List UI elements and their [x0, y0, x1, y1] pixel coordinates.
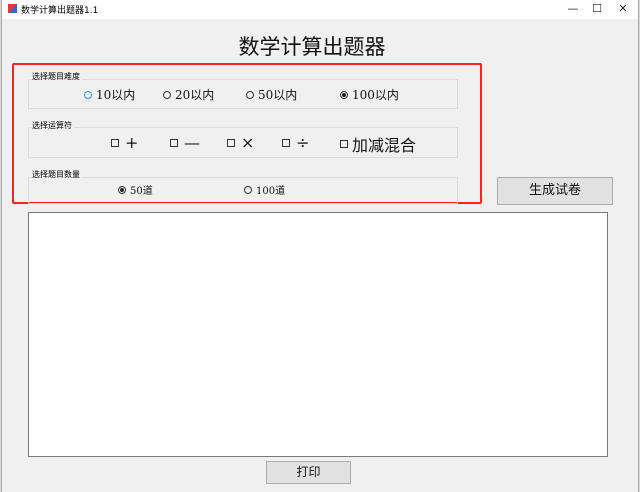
app-icon — [8, 4, 17, 13]
option-label: × — [241, 133, 255, 152]
radio-100[interactable]: 100以内 — [340, 86, 399, 103]
generate-button[interactable]: 生成试卷 — [497, 177, 613, 205]
checkbox-icon — [227, 138, 235, 147]
option-label: 50道 — [130, 186, 153, 197]
app-window: 数学计算出题器1.1 — ☐ ✕ 数学计算出题器 选择题目难度 10以内 20以… — [1, 0, 639, 492]
checkbox-multiply[interactable]: × — [227, 133, 254, 152]
radio-icon — [84, 90, 92, 99]
print-button[interactable]: 打印 — [266, 461, 351, 484]
radio-icon — [244, 185, 252, 194]
checkbox-subtract[interactable]: — — [170, 133, 200, 152]
radio-icon — [340, 90, 348, 99]
option-label: ÷ — [296, 133, 310, 152]
count-group — [28, 177, 458, 204]
radio-100-questions[interactable]: 100道 — [244, 182, 285, 197]
checkbox-icon — [340, 140, 348, 148]
title-bar: 数学计算出题器1.1 — ☐ ✕ — [2, 0, 638, 19]
radio-icon — [246, 90, 254, 99]
option-label: 100以内 — [352, 88, 399, 102]
window-title: 数学计算出题器1.1 — [21, 6, 99, 16]
checkbox-divide[interactable]: ÷ — [282, 133, 309, 152]
radio-20[interactable]: 20以内 — [163, 86, 214, 103]
option-label: + — [125, 133, 139, 152]
checkbox-icon — [170, 138, 178, 147]
count-label: 选择题目数量 — [32, 169, 82, 180]
radio-50-questions[interactable]: 50道 — [118, 182, 153, 197]
difficulty-label: 选择题目难度 — [32, 71, 82, 82]
close-button[interactable]: ✕ — [608, 0, 638, 19]
option-label: 加减混合 — [352, 136, 417, 155]
output-textarea[interactable] — [28, 212, 608, 457]
radio-icon — [163, 90, 171, 99]
option-label: 50以内 — [258, 88, 298, 102]
radio-10[interactable]: 10以内 — [84, 86, 135, 103]
option-label: 20以内 — [175, 88, 215, 102]
option-label: 10以内 — [96, 88, 136, 102]
radio-50[interactable]: 50以内 — [246, 86, 297, 103]
checkbox-mixed[interactable]: 加减混合 — [340, 132, 416, 156]
checkbox-icon — [282, 138, 290, 147]
option-label: — — [184, 133, 200, 152]
radio-icon — [118, 185, 126, 194]
operator-label: 选择运算符 — [32, 120, 74, 131]
checkbox-icon — [111, 138, 119, 147]
page-title: 数学计算出题器 — [238, 35, 386, 59]
checkbox-add[interactable]: + — [111, 133, 138, 152]
option-label: 100道 — [256, 186, 286, 197]
